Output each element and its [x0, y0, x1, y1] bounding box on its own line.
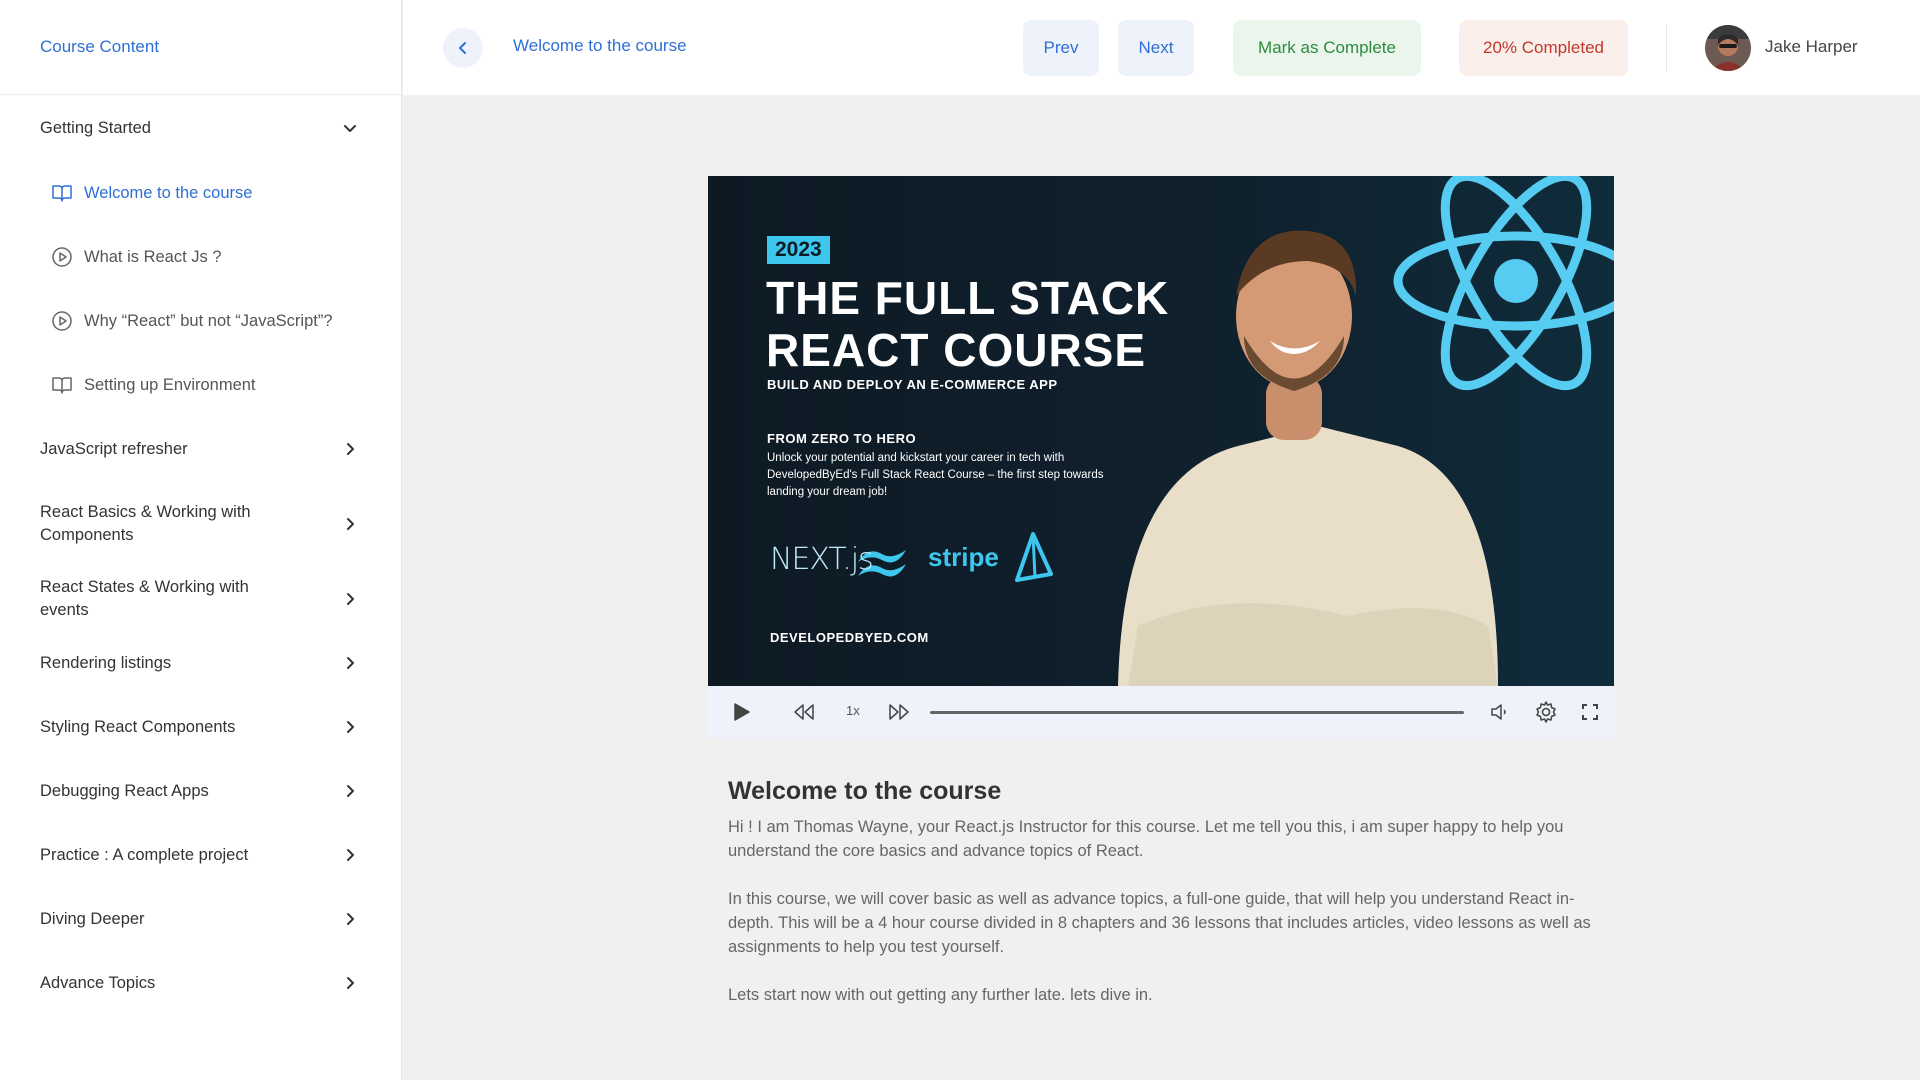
lesson-welcome[interactable]: Welcome to the course: [0, 161, 401, 225]
user-name: Jake Harper: [1765, 37, 1858, 56]
lesson-paragraph: Hi ! I am Thomas Wayne, your React.js In…: [728, 818, 1564, 860]
chevron-right-icon: [339, 972, 361, 994]
chevron-right-icon: [339, 844, 361, 866]
lesson-title: Welcome to the course: [728, 777, 1002, 805]
chevron-down-icon: [339, 117, 361, 139]
playback-speed[interactable]: 1x: [846, 703, 860, 718]
chevron-right-icon: [339, 716, 361, 738]
progress-badge: 20% Completed: [1459, 20, 1628, 76]
lesson-setup-environment[interactable]: Setting up Environment: [0, 353, 401, 417]
lesson-paragraph: Lets start now with out getting any furt…: [728, 986, 1153, 1004]
section-styling-components[interactable]: Styling React Components: [0, 695, 401, 759]
chevron-right-icon: [339, 513, 361, 535]
volume-icon[interactable]: [1487, 699, 1513, 725]
video-title-line: THE FULL STACK: [766, 272, 1170, 324]
sidebar-header: Course Content: [0, 0, 401, 95]
section-label: Styling React Components: [40, 717, 236, 736]
settings-gear-icon[interactable]: [1533, 699, 1559, 725]
breadcrumb: Welcome to the course: [513, 36, 687, 55]
avatar[interactable]: [1705, 25, 1751, 71]
lesson-label: Setting up Environment: [84, 375, 256, 394]
video-title-line: REACT COURSE: [766, 324, 1147, 376]
lesson-label: Why “React” but not “JavaScript”?: [84, 311, 333, 330]
section-label: Practice : A complete project: [40, 845, 249, 864]
video-player[interactable]: 2023 THE FULL STACK REACT COURSE BUILD A…: [708, 176, 1614, 686]
book-icon: [50, 373, 74, 397]
play-circle-icon: [50, 309, 74, 333]
fullscreen-icon[interactable]: [1577, 699, 1603, 725]
back-button[interactable]: [443, 28, 483, 68]
year-badge: 2023: [767, 236, 830, 264]
section-debugging[interactable]: Debugging React Apps: [0, 759, 401, 823]
section-label: Rendering listings: [40, 653, 172, 672]
section-react-states[interactable]: React States & Working with events: [0, 567, 401, 631]
video-hero-text: FROM ZERO TO HERO: [767, 431, 917, 446]
chevron-right-icon: [339, 588, 361, 610]
prisma-logo-icon: [1015, 532, 1053, 582]
video-title: THE FULL STACK REACT COURSE: [766, 272, 1186, 376]
nextjs-logo: NEXT.js: [770, 542, 874, 577]
chevron-right-icon: [339, 780, 361, 802]
lesson-label: What is React Js ?: [84, 247, 222, 266]
mark-complete-button[interactable]: Mark as Complete: [1233, 20, 1421, 76]
section-label: Debugging React Apps: [40, 781, 209, 800]
section-rendering-listings[interactable]: Rendering listings: [0, 631, 401, 695]
course-sidebar: Course Content Getting Started Welcome t…: [0, 0, 402, 1080]
section-label: Advance Topics: [40, 973, 156, 992]
chevron-right-icon: [339, 652, 361, 674]
video-controls: 1x: [708, 686, 1614, 738]
section-getting-started[interactable]: Getting Started: [0, 95, 401, 161]
react-logo-icon: [1393, 176, 1614, 391]
section-label: Diving Deeper: [40, 909, 145, 928]
section-label: React Basics & Working with Components: [40, 503, 251, 544]
section-label: React States & Working with events: [40, 578, 249, 619]
section-label: Getting Started: [40, 118, 151, 137]
section-advance-topics[interactable]: Advance Topics: [0, 951, 401, 1015]
section-react-basics[interactable]: React Basics & Working with Components: [0, 481, 401, 567]
fast-forward-icon[interactable]: [886, 699, 912, 725]
play-circle-icon: [50, 245, 74, 269]
section-practice-project[interactable]: Practice : A complete project: [0, 823, 401, 887]
chevron-right-icon: [339, 438, 361, 460]
lesson-label: Welcome to the course: [84, 183, 253, 202]
lesson-why-react[interactable]: Why “React” but not “JavaScript”?: [0, 289, 401, 353]
lesson-what-is-react[interactable]: What is React Js ?: [0, 225, 401, 289]
section-javascript-refresher[interactable]: JavaScript refresher: [0, 417, 401, 481]
book-icon: [50, 181, 74, 205]
rewind-icon[interactable]: [791, 699, 817, 725]
section-label: JavaScript refresher: [40, 439, 188, 458]
topbar: Welcome to the course Prev Next Mark as …: [403, 0, 1920, 95]
topbar-divider: [1666, 24, 1667, 72]
lesson-paragraph: In this course, we will cover basic as w…: [728, 890, 1591, 956]
video-description: Unlock your potential and kickstart your…: [767, 452, 1104, 498]
section-diving-deeper[interactable]: Diving Deeper: [0, 887, 401, 951]
chevron-right-icon: [339, 908, 361, 930]
progress-track[interactable]: [930, 711, 1464, 714]
stripe-logo: stripe: [928, 542, 999, 572]
prev-button[interactable]: Prev: [1023, 20, 1099, 76]
chevron-left-icon: [455, 40, 471, 56]
video-subtitle: BUILD AND DEPLOY AN E-COMMERCE APP: [767, 377, 1058, 392]
video-site-url: DEVELOPEDBYED.COM: [770, 630, 929, 645]
play-icon[interactable]: [728, 699, 754, 725]
sidebar-title: Course Content: [40, 37, 160, 56]
next-button[interactable]: Next: [1118, 20, 1194, 76]
